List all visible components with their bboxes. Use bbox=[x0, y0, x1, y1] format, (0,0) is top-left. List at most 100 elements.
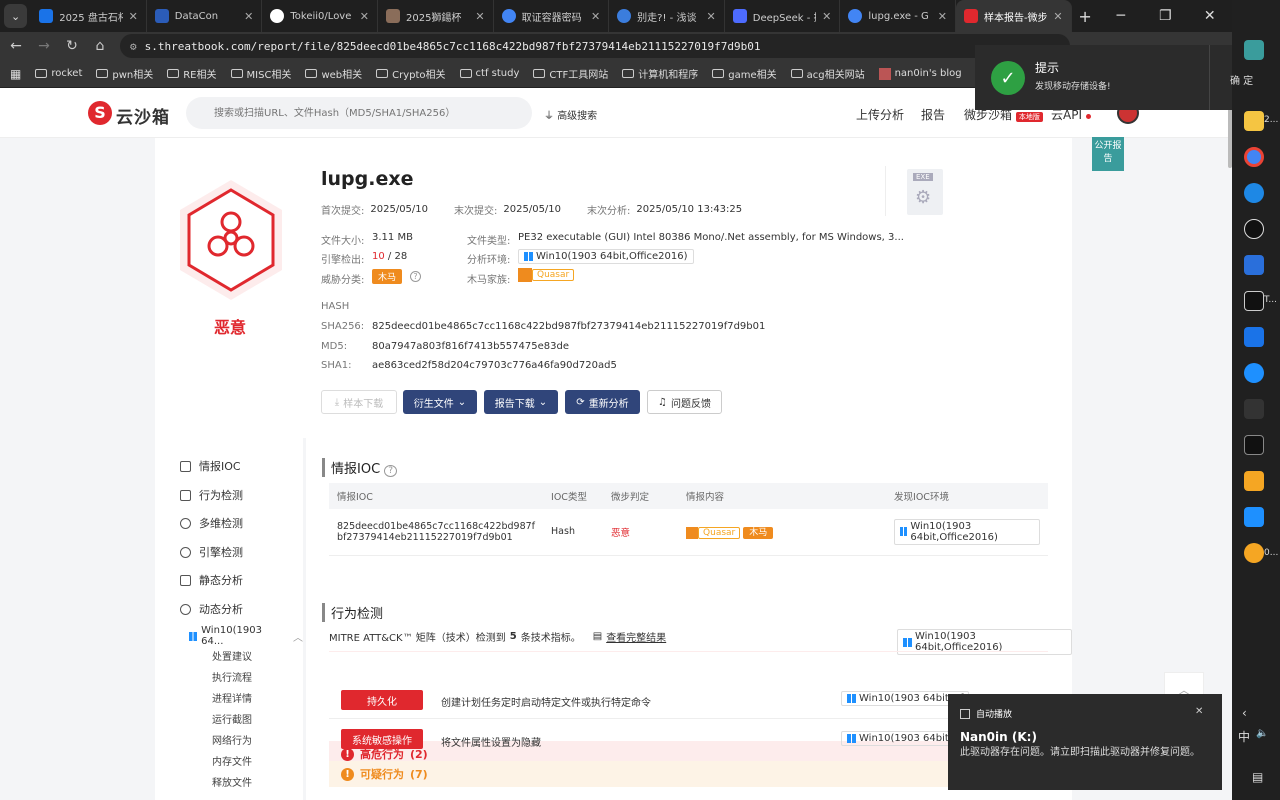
app-icon[interactable] bbox=[1244, 219, 1264, 239]
apps-icon[interactable]: ▦ bbox=[10, 67, 21, 81]
browser-tab[interactable]: lupg.exe - G ✕ bbox=[840, 0, 956, 32]
suspicious-header[interactable]: ! 可疑行为 (7) bbox=[329, 761, 1048, 787]
bookmark-folder[interactable]: MISC相关 bbox=[230, 66, 291, 81]
report-download-button[interactable]: 报告下载 ⌄ bbox=[484, 390, 558, 414]
sidebar-subitem[interactable]: 处置建议 bbox=[212, 648, 252, 663]
terminal-icon[interactable] bbox=[1244, 291, 1264, 311]
sidebar-item-dynamic[interactable]: 动态分析 bbox=[180, 601, 243, 617]
browser-tab[interactable]: DeepSeek - 探 ✕ bbox=[725, 0, 841, 32]
bookmark-folder[interactable]: Crypto相关 bbox=[376, 66, 446, 81]
close-icon[interactable]: ✕ bbox=[1195, 706, 1203, 717]
forward-icon[interactable]: → bbox=[36, 38, 52, 54]
browser-tab[interactable]: Tokeii0/Love ✕ bbox=[262, 0, 378, 32]
bookmark-folder[interactable]: pwn相关 bbox=[96, 66, 153, 81]
browser-tab[interactable]: DataCon ✕ bbox=[147, 0, 263, 32]
chevron-left-icon[interactable]: ‹ bbox=[1242, 706, 1247, 720]
close-tab-icon[interactable]: ✕ bbox=[129, 10, 138, 23]
close-tab-icon[interactable]: ✕ bbox=[822, 10, 831, 23]
new-tab-icon[interactable]: + bbox=[1072, 7, 1099, 26]
app-icon[interactable] bbox=[1244, 507, 1264, 527]
restore-icon[interactable]: ❐ bbox=[1143, 8, 1187, 24]
advanced-search-link[interactable]: ⏚ 高级搜索 bbox=[544, 107, 597, 122]
app-icon[interactable] bbox=[1244, 471, 1264, 491]
bookmark-folder[interactable]: game相关 bbox=[712, 66, 777, 81]
close-tab-icon[interactable]: ✕ bbox=[1053, 10, 1062, 23]
site-info-icon[interactable]: ⚙ bbox=[130, 40, 137, 53]
minimize-icon[interactable]: ─ bbox=[1099, 8, 1143, 24]
browser-tab[interactable]: 2025 盘古石杯 ✕ bbox=[31, 0, 147, 32]
browser-tab[interactable]: 取证容器密码 ✕ bbox=[494, 0, 610, 32]
home-icon[interactable]: ⌂ bbox=[92, 38, 108, 54]
bookmark-folder[interactable]: acg相关网站 bbox=[790, 66, 865, 81]
family-tag[interactable]: Quasar bbox=[532, 269, 575, 281]
threat-tag[interactable]: 木马 bbox=[372, 269, 403, 284]
folder-icon[interactable] bbox=[1244, 543, 1264, 563]
url-field[interactable]: ⚙ s.threatbook.com/report/file/825deecd01… bbox=[120, 34, 1070, 58]
sidebar-subitem[interactable]: 运行截图 bbox=[212, 711, 252, 726]
download-sample-button[interactable]: ⤓ 样本下载 bbox=[321, 390, 397, 414]
bookmark-folder[interactable]: rocket bbox=[35, 68, 82, 79]
browser-tab[interactable]: 别走?! - 浅谈 ✕ bbox=[609, 0, 725, 32]
sidebar-subitem[interactable]: 执行流程 bbox=[212, 669, 252, 684]
site-logo-text[interactable]: 云沙箱 bbox=[116, 103, 170, 128]
notifications-icon[interactable]: ▤ bbox=[1252, 770, 1263, 784]
tab-search-icon[interactable]: ⌄ bbox=[4, 4, 28, 28]
threatbook-logo-icon[interactable]: S bbox=[88, 101, 112, 125]
sidebar-item-behavior[interactable]: 行为检测 bbox=[180, 487, 243, 503]
behavior-tag[interactable]: 持久化 bbox=[341, 690, 423, 710]
public-report-button[interactable]: 公开报告 bbox=[1092, 137, 1124, 171]
close-tab-icon[interactable]: ✕ bbox=[707, 10, 716, 23]
search-input[interactable] bbox=[186, 97, 532, 129]
close-tab-icon[interactable]: ✕ bbox=[591, 10, 600, 23]
ioc-cell[interactable]: 825deecd01be4865c7cc1168c422bd987f bf2737… bbox=[329, 509, 544, 556]
family-tag[interactable]: Quasar bbox=[698, 527, 741, 539]
speaker-icon[interactable]: 🔈 bbox=[1256, 728, 1268, 739]
bookmark-folder[interactable]: web相关 bbox=[305, 66, 362, 81]
help-icon[interactable]: ? bbox=[384, 465, 398, 477]
derived-files-button[interactable]: 衍生文件 ⌄ bbox=[403, 390, 477, 414]
sidebar-item-ioc[interactable]: 情报IOC bbox=[180, 458, 241, 474]
bookmark-link[interactable]: nan0in's blog bbox=[878, 67, 962, 80]
chat-icon[interactable] bbox=[1244, 363, 1264, 383]
sidebar-item-multidim[interactable]: 多维检测 bbox=[180, 515, 243, 531]
sidebar-subitem[interactable]: 网络行为 bbox=[212, 732, 252, 747]
mail-icon[interactable] bbox=[1244, 327, 1264, 347]
toast-confirm-button[interactable]: 确 定 bbox=[1230, 72, 1253, 87]
edge-icon[interactable] bbox=[1244, 183, 1264, 203]
app-icon[interactable] bbox=[1244, 255, 1264, 275]
nav-upload[interactable]: 上传分析 bbox=[856, 106, 904, 123]
feedback-button[interactable]: ♫ 问题反馈 bbox=[647, 390, 722, 414]
view-all-link[interactable]: 查看完整结果 bbox=[606, 629, 666, 644]
reload-icon[interactable]: ↻ bbox=[64, 38, 80, 54]
back-icon[interactable]: ← bbox=[8, 38, 24, 54]
browser-tab[interactable]: 2025獅鍚杯 ✕ bbox=[378, 0, 494, 32]
chrome-icon[interactable] bbox=[1244, 147, 1264, 167]
close-tab-icon[interactable]: ✕ bbox=[360, 10, 369, 23]
bookmark-folder[interactable]: ctf study bbox=[459, 68, 519, 79]
bookmark-folder[interactable]: RE相关 bbox=[167, 66, 217, 81]
nav-reports[interactable]: 报告 bbox=[921, 106, 945, 123]
bookmark-folder[interactable]: 计算机和程序 bbox=[622, 66, 698, 81]
sidebar-subitem[interactable]: 释放文件 bbox=[212, 774, 252, 789]
close-tab-icon[interactable]: ✕ bbox=[938, 10, 947, 23]
sidebar-env-item[interactable]: Win10(1903 64... ︿ bbox=[189, 625, 303, 647]
folder-icon[interactable] bbox=[1244, 111, 1264, 131]
bookmark-folder[interactable]: CTF工具网站 bbox=[533, 66, 608, 81]
ime-indicator[interactable]: 中 bbox=[1238, 728, 1250, 745]
terminal-icon[interactable] bbox=[1244, 435, 1264, 455]
sidebar-item-static[interactable]: 静态分析 bbox=[180, 572, 243, 588]
app-icon[interactable] bbox=[1244, 40, 1264, 60]
close-window-icon[interactable]: ✕ bbox=[1188, 8, 1232, 24]
browser-tab-active[interactable]: 样本报告-微步 ✕ bbox=[955, 0, 1072, 32]
behavior-tag[interactable]: 系统敏感操作 bbox=[341, 729, 423, 749]
sidebar-subitem[interactable]: 进程详情 bbox=[212, 690, 252, 705]
close-tab-icon[interactable]: ✕ bbox=[475, 10, 484, 23]
reanalyze-button[interactable]: ⟳ 重新分析 bbox=[565, 390, 640, 414]
sidebar-item-engine[interactable]: 引擎检测 bbox=[180, 544, 243, 560]
threat-tag[interactable]: 木马 bbox=[743, 527, 774, 539]
sidebar-subitem[interactable]: 内存文件 bbox=[212, 753, 252, 768]
close-tab-icon[interactable]: ✕ bbox=[244, 10, 253, 23]
help-icon[interactable]: ? bbox=[410, 271, 422, 282]
autoplay-notification[interactable]: 自动播放 ✕ Nan0in (K:) 此驱动器存在问题。请立即扫描此驱动器并修复… bbox=[948, 694, 1222, 790]
app-icon[interactable] bbox=[1244, 399, 1264, 419]
